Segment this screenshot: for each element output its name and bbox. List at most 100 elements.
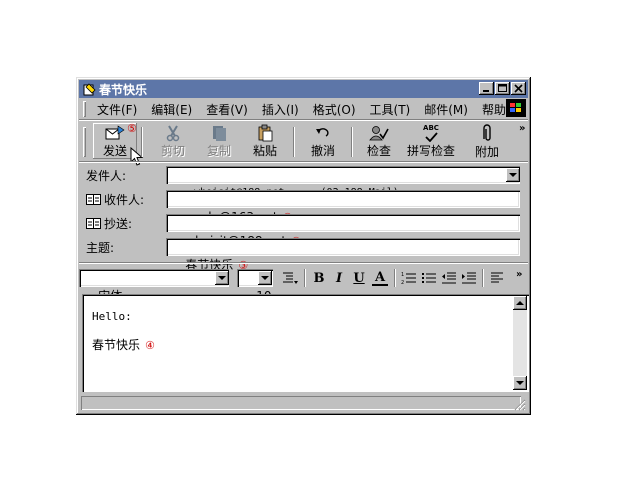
status-bar <box>79 395 528 412</box>
menu-edit[interactable]: 编辑(E) <box>144 101 199 118</box>
menu-mail[interactable]: 邮件(M) <box>417 101 475 118</box>
from-label: 发件人: <box>86 168 127 183</box>
align-left-icon <box>491 272 503 283</box>
paragraph-style-icon <box>283 272 298 284</box>
underline-button[interactable]: U <box>352 270 366 286</box>
to-label-wrap[interactable]: 收件人: <box>86 190 144 208</box>
check-names-button[interactable]: 检查 <box>357 123 401 159</box>
format-overflow-chevron-icon[interactable]: » <box>516 269 522 280</box>
numbered-list-button[interactable]: 12 <box>401 270 417 286</box>
body-line-text-value: 春节快乐 <box>92 338 141 352</box>
to-label: 收件人: <box>104 192 145 207</box>
copy-button[interactable]: 复制 <box>197 123 241 159</box>
compose-window: 春节快乐 文件(F) 编辑(E) 查看(V) 插入(I) 格式(O) 工具(T)… <box>76 77 531 415</box>
bold-button[interactable]: B <box>312 270 326 286</box>
copy-icon <box>210 123 228 142</box>
main-toolbar: 发送 ⑤ 剪切 复制 粘贴 撤消 检查 ABC 拼写检查 附加 » <box>79 121 528 166</box>
send-badge: ⑤ <box>127 122 137 135</box>
numbered-list-icon: 12 <box>401 272 416 285</box>
chevron-down-icon <box>218 275 226 280</box>
font-color-button[interactable]: A <box>372 270 388 286</box>
attach-button[interactable]: 附加 <box>465 123 509 159</box>
cc-label: 抄送: <box>104 216 133 231</box>
svg-text:2: 2 <box>401 280 404 285</box>
spell-check-icon-text: ABC <box>423 123 439 132</box>
check-names-label: 检查 <box>366 144 391 158</box>
message-body[interactable]: Hello: 春节快乐 ④ <box>82 294 529 392</box>
resize-grip-icon[interactable] <box>514 399 526 411</box>
font-select[interactable]: 宋体 <box>79 269 229 303</box>
decrease-indent-button[interactable] <box>441 270 457 286</box>
paste-label: 粘贴 <box>252 144 277 158</box>
chevron-up-icon <box>516 300 524 305</box>
title-bar[interactable]: 春节快乐 <box>79 80 528 98</box>
from-select[interactable]: whoisit@188.net (02 188 Mail) <box>166 166 520 198</box>
to-field[interactable]: mrzlg@163.net① <box>166 190 520 224</box>
undo-label: 撤消 <box>310 144 335 158</box>
toolbar-separator <box>351 127 353 157</box>
menu-format[interactable]: 格式(O) <box>306 101 363 118</box>
scroll-up-button[interactable] <box>513 296 527 310</box>
toolbar-overflow-chevron-icon[interactable]: » <box>519 123 525 134</box>
menu-tools[interactable]: 工具(T) <box>363 101 418 118</box>
cut-label: 剪切 <box>160 144 185 158</box>
close-button[interactable] <box>511 82 526 95</box>
scissors-icon <box>164 123 182 142</box>
font-dropdown-button[interactable] <box>215 271 229 285</box>
subject-field[interactable]: 春节快乐 ③ <box>166 238 520 272</box>
send-icon <box>104 123 126 142</box>
vertical-scrollbar[interactable] <box>513 296 527 390</box>
decrease-indent-icon <box>442 272 456 284</box>
format-separator <box>482 269 484 287</box>
maximize-button[interactable] <box>495 82 510 95</box>
menu-view[interactable]: 查看(V) <box>199 101 255 118</box>
bullet-list-icon <box>422 273 436 283</box>
cc-label-wrap[interactable]: 抄送: <box>86 214 132 232</box>
format-separator-line <box>79 262 528 264</box>
address-book-icon <box>86 217 101 229</box>
svg-text:1: 1 <box>401 272 404 278</box>
menu-insert[interactable]: 插入(I) <box>255 101 306 118</box>
clipboard-icon <box>256 123 274 142</box>
status-panel <box>81 396 521 410</box>
menu-grip[interactable] <box>83 101 86 117</box>
format-separator <box>394 269 396 287</box>
body-badge: ④ <box>145 339 155 352</box>
windows-logo-icon <box>506 99 526 117</box>
increase-indent-icon <box>462 272 476 284</box>
body-line-text: 春节快乐 ④ <box>92 336 155 353</box>
spell-check-icon: ABC <box>423 123 439 142</box>
attach-label: 附加 <box>474 145 499 159</box>
compose-mail-icon <box>82 82 96 96</box>
format-separator <box>304 269 306 287</box>
toolbar-separator <box>141 127 143 157</box>
cc-field[interactable]: whoisit@188.net② <box>166 214 520 248</box>
body-line-greeting: Hello: <box>92 310 132 323</box>
check-names-icon <box>369 123 389 142</box>
address-book-icon <box>86 193 101 205</box>
italic-button[interactable]: I <box>332 270 346 286</box>
chevron-down-icon <box>516 380 524 385</box>
font-size-dropdown-button[interactable] <box>258 271 272 285</box>
paperclip-icon <box>480 123 494 143</box>
toolbar-grip[interactable] <box>83 127 86 157</box>
from-dropdown-button[interactable] <box>506 168 520 182</box>
copy-label: 复制 <box>206 144 231 158</box>
menu-file[interactable]: 文件(F) <box>90 101 144 118</box>
toolbar-separator-line <box>79 161 528 163</box>
scroll-down-button[interactable] <box>513 376 527 390</box>
paste-button[interactable]: 粘贴 <box>243 123 287 159</box>
menu-bar: 文件(F) 编辑(E) 查看(V) 插入(I) 格式(O) 工具(T) 邮件(M… <box>79 99 528 119</box>
undo-button[interactable]: 撤消 <box>301 123 345 159</box>
increase-indent-button[interactable] <box>461 270 477 286</box>
minimize-button[interactable] <box>479 82 494 95</box>
subject-label: 主题: <box>86 240 115 255</box>
window-title: 春节快乐 <box>99 82 148 97</box>
spell-check-button[interactable]: ABC 拼写检查 <box>403 123 459 159</box>
undo-icon <box>314 123 332 142</box>
paragraph-style-button[interactable] <box>282 270 298 286</box>
spell-check-label: 拼写检查 <box>406 144 455 158</box>
cut-button[interactable]: 剪切 <box>151 123 195 159</box>
align-left-button[interactable] <box>489 270 505 286</box>
bullet-list-button[interactable] <box>421 270 437 286</box>
